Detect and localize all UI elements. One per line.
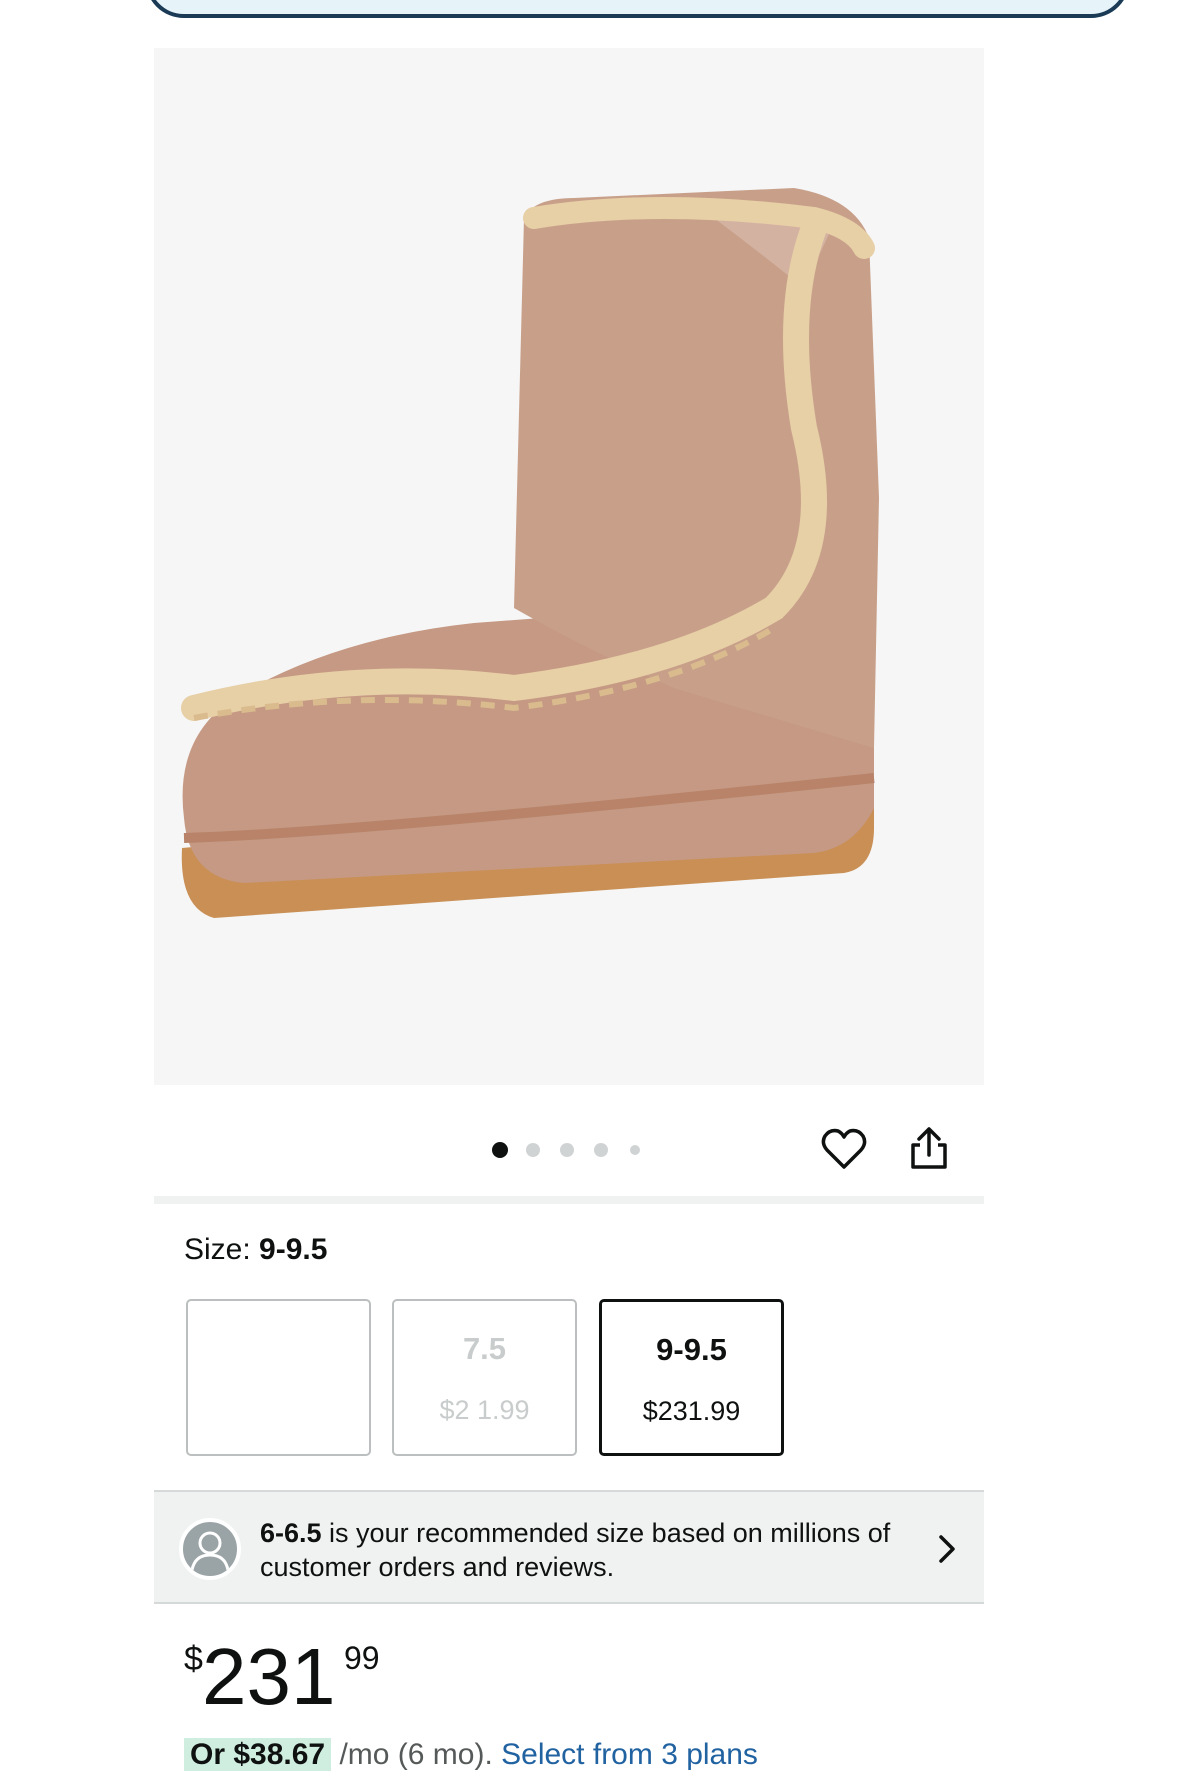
financing-amount: Or $38.67 [184, 1738, 332, 1771]
chevron-right-icon [939, 1535, 955, 1563]
heart-icon [821, 1128, 867, 1169]
recommended-size: 6-6.5 [260, 1518, 322, 1548]
carousel-dot[interactable] [630, 1145, 640, 1155]
price-whole: 231 [202, 1632, 336, 1721]
carousel-dot[interactable] [594, 1143, 608, 1157]
recommendation-text: 6-6.5 is your recommended size based on … [260, 1516, 920, 1584]
size-recommendation[interactable]: 6-6.5 is your recommended size based on … [154, 1490, 984, 1604]
size-selected-value: 9-9.5 [259, 1233, 328, 1266]
product-image[interactable] [154, 48, 984, 1085]
boot-illustration [181, 188, 879, 918]
size-option-price: $ [188, 1395, 369, 1426]
size-option[interactable]: 7.5 $2 1.99 [392, 1299, 577, 1456]
financing-line: Or $38.67 /mo (6 mo). Select from 3 plan… [184, 1738, 758, 1772]
financing-plans-link[interactable]: Select from 3 plans [501, 1738, 758, 1771]
size-option[interactable]: $ [186, 1299, 371, 1456]
size-option-name: 7.5 [462, 1331, 507, 1366]
user-avatar-icon [179, 1518, 241, 1580]
wishlist-button[interactable] [820, 1125, 868, 1173]
share-icon [911, 1127, 947, 1169]
section-divider [154, 1196, 984, 1204]
size-option-name: 9-9.5 [656, 1332, 727, 1367]
recommendation-message: is your recommended size based on millio… [260, 1518, 891, 1582]
financing-term: /mo (6 mo). [331, 1738, 502, 1771]
search-bar[interactable] [145, 0, 1130, 18]
size-option-price: $231.99 [642, 1396, 741, 1426]
carousel-dot[interactable] [526, 1143, 540, 1157]
size-option-price: $2 1.99 [439, 1395, 530, 1425]
share-button[interactable] [905, 1125, 953, 1173]
carousel-dot-active[interactable] [492, 1142, 508, 1158]
price-symbol: $ [184, 1640, 203, 1678]
price-fraction: 99 [344, 1640, 380, 1676]
carousel-dot[interactable] [560, 1143, 574, 1157]
size-label: Size: 9-9.5 [184, 1233, 327, 1267]
size-label-prefix: Size: [184, 1233, 260, 1266]
size-option-selected[interactable]: 9-9.5 $231.99 [599, 1299, 784, 1456]
